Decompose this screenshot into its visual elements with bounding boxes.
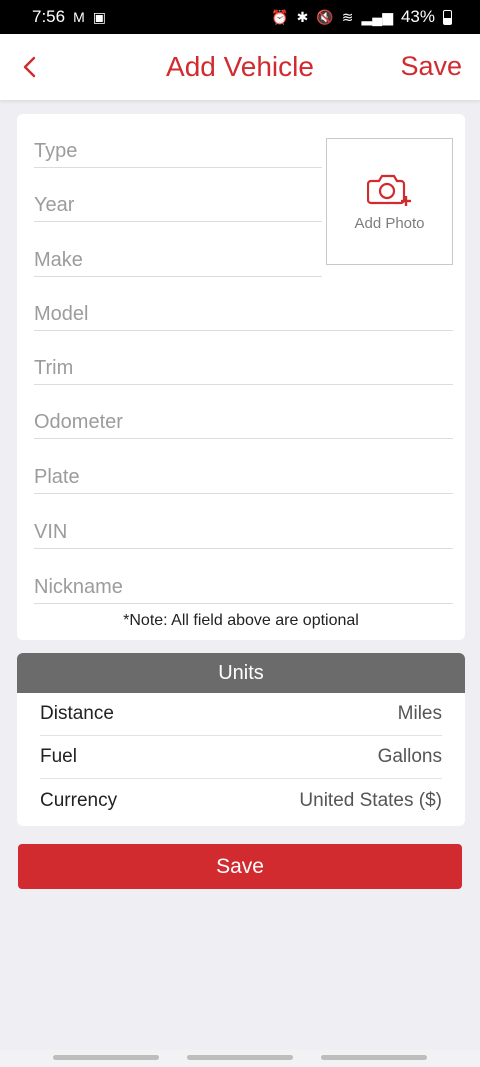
- type-field[interactable]: [34, 114, 322, 168]
- wifi-icon: ≋: [341, 9, 354, 25]
- make-input[interactable]: [34, 249, 322, 272]
- units-row-label: Distance: [40, 703, 114, 724]
- vin-input[interactable]: [34, 521, 453, 544]
- odometer-field[interactable]: [34, 385, 453, 439]
- units-row-distance[interactable]: Distance Miles: [40, 693, 442, 736]
- vehicle-form-card: Add Photo *Note: All field above are opt…: [17, 114, 465, 640]
- gmail-icon: M: [73, 9, 85, 25]
- units-row-fuel[interactable]: Fuel Gallons: [40, 736, 442, 779]
- signal-icon: ▂▄▆: [361, 9, 393, 25]
- units-row-value: United States ($): [299, 789, 442, 811]
- nickname-input[interactable]: [34, 576, 453, 599]
- vin-field[interactable]: [34, 495, 453, 549]
- camera-add-icon: [366, 174, 411, 206]
- units-row-label: Fuel: [40, 746, 77, 767]
- gesture-pill-right[interactable]: [321, 1055, 427, 1060]
- units-row-value: Gallons: [377, 746, 442, 767]
- type-input[interactable]: [34, 140, 322, 163]
- make-field[interactable]: [34, 223, 322, 277]
- units-row-label: Currency: [40, 789, 118, 811]
- plate-field[interactable]: [34, 440, 453, 494]
- battery-icon: [443, 9, 452, 25]
- alarm-icon: ⏰: [271, 9, 289, 25]
- status-time: 7:56: [32, 7, 66, 26]
- gesture-pill-center[interactable]: [187, 1055, 293, 1060]
- odometer-input[interactable]: [34, 411, 453, 434]
- bluetooth-icon: ✱: [296, 9, 309, 25]
- chevron-left-icon: [23, 56, 36, 78]
- model-input[interactable]: [34, 303, 453, 326]
- gesture-pill-left[interactable]: [53, 1055, 159, 1060]
- year-field[interactable]: [34, 168, 322, 222]
- save-button[interactable]: Save: [18, 844, 462, 889]
- nav-bar: Add Vehicle Save: [0, 34, 480, 100]
- units-row-value: Miles: [397, 703, 442, 724]
- nav-save-button[interactable]: Save: [400, 51, 462, 82]
- trim-input[interactable]: [34, 357, 453, 380]
- units-card: Units Distance Miles Fuel Gallons Curren…: [17, 653, 465, 826]
- gallery-icon: ▣: [92, 9, 106, 25]
- units-header: Units: [17, 653, 465, 693]
- plate-input[interactable]: [34, 466, 453, 489]
- optional-note: *Note: All field above are optional: [123, 612, 359, 629]
- add-photo-button[interactable]: Add Photo: [326, 138, 453, 265]
- mute-icon: 🔇: [316, 9, 334, 25]
- battery-percent: 43%: [400, 7, 435, 26]
- year-input[interactable]: [34, 194, 322, 217]
- add-photo-label: Add Photo: [354, 215, 425, 232]
- status-bar: 7:56 M ▣ ⏰ ✱ 🔇 ≋ ▂▄▆ 43%: [0, 0, 480, 34]
- trim-field[interactable]: [34, 331, 453, 385]
- back-button[interactable]: [14, 50, 44, 84]
- units-row-currency[interactable]: Currency United States ($): [40, 779, 442, 822]
- page-title: Add Vehicle: [166, 51, 314, 82]
- model-field[interactable]: [34, 277, 453, 331]
- nickname-field[interactable]: [34, 550, 453, 604]
